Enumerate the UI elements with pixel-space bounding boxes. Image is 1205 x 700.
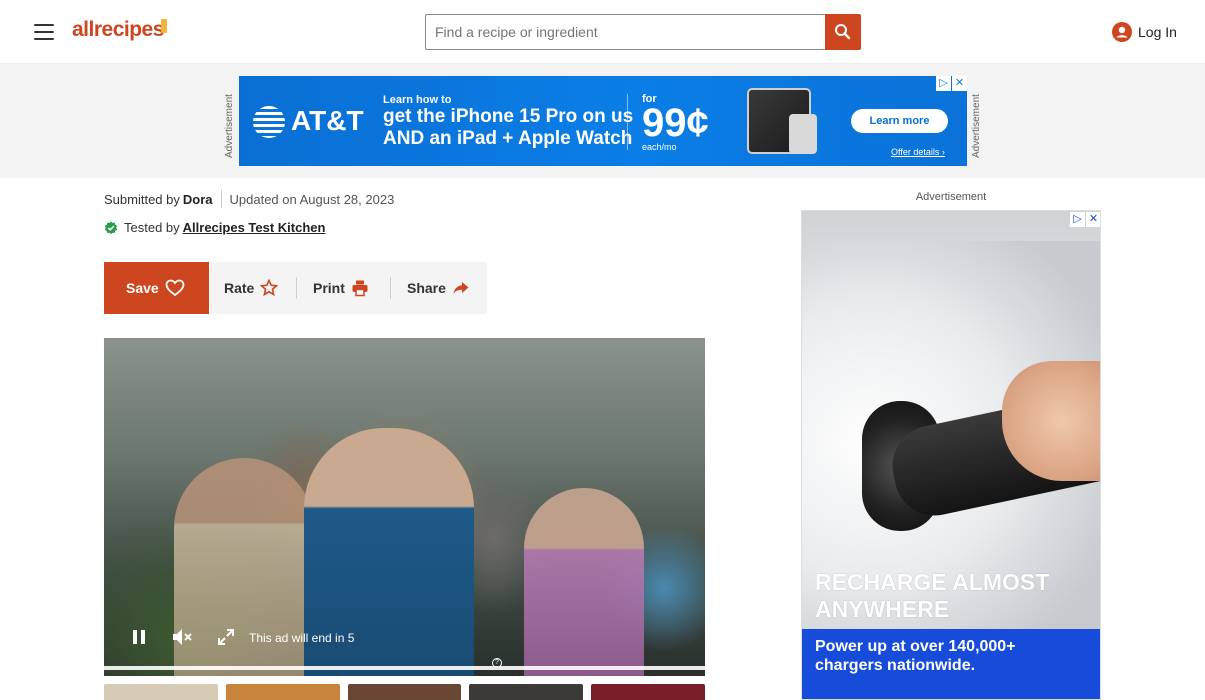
att-main-copy: get the iPhone 15 Pro on us AND an iPad … — [383, 106, 633, 150]
action-divider — [390, 277, 391, 299]
share-label: Share — [407, 280, 446, 296]
att-price: 99¢ — [642, 101, 709, 145]
recipe-action-bar: Save Rate Print Share — [104, 262, 487, 314]
att-each-label: each/mo — [642, 142, 677, 152]
submitted-prefix: Submitted by — [104, 191, 180, 207]
star-icon — [260, 279, 279, 297]
att-learn-more-button[interactable]: Learn more — [851, 109, 948, 133]
search-input[interactable] — [425, 14, 826, 50]
att-offer-details-link[interactable]: Offer details › — [891, 147, 945, 157]
tested-by: Tested by Allrecipes Test Kitchen — [104, 220, 325, 235]
site-header: allrecipes Log In — [0, 0, 1205, 64]
updated-date: Updated on August 28, 2023 — [229, 191, 395, 207]
video-person-right — [524, 488, 644, 676]
att-main-line-1: get the iPhone 15 Pro on us — [383, 106, 634, 127]
login-label: Log In — [1138, 24, 1177, 40]
att-small-line: Learn how to — [383, 94, 452, 106]
search-button[interactable] — [825, 14, 861, 50]
adchoices-icon[interactable]: ▷ — [936, 76, 951, 91]
share-button[interactable]: Share — [407, 262, 470, 314]
ev-charging-ad[interactable]: ▷ ✕ RECHARGE ALMOST ANYWHERE Power up at… — [801, 210, 1101, 700]
ad-close-icon[interactable]: ✕ — [1086, 212, 1100, 227]
heart-icon — [165, 279, 185, 297]
right-ad-label: Advertisement — [915, 191, 987, 203]
ad-close-icon[interactable]: ✕ — [952, 76, 967, 91]
video-thumbnail[interactable] — [225, 684, 340, 700]
test-kitchen-link[interactable]: Allrecipes Test Kitchen — [183, 220, 326, 235]
pause-icon[interactable] — [131, 628, 147, 646]
ad-side-label-right: Advertisement — [971, 94, 982, 158]
author-name[interactable]: Dora — [183, 192, 213, 207]
save-button[interactable]: Save — [104, 262, 209, 314]
ad-headline: RECHARGE ALMOST ANYWHERE — [815, 569, 1050, 622]
menu-icon[interactable] — [34, 24, 54, 40]
byline-divider — [220, 190, 222, 208]
ad-subtext: Power up at over 140,000+ chargers natio… — [815, 638, 1016, 674]
tested-prefix: Tested by — [124, 220, 180, 235]
fullscreen-icon[interactable] — [217, 628, 235, 646]
video-thumbnail[interactable] — [469, 684, 584, 700]
rate-label: Rate — [224, 280, 255, 296]
account-icon — [1112, 22, 1132, 42]
save-label: Save — [126, 280, 159, 296]
verified-check-icon — [104, 221, 118, 234]
phone-image — [789, 114, 817, 154]
ad-side-label-left: Advertisement — [224, 94, 235, 158]
printer-icon — [352, 280, 368, 297]
share-arrow-icon — [453, 282, 469, 294]
video-thumbnail[interactable] — [591, 684, 705, 700]
att-brand: AT&T — [291, 105, 364, 136]
video-thumbnail[interactable] — [347, 684, 462, 700]
ad-bottom-panel: Power up at over 140,000+ chargers natio… — [802, 629, 1100, 699]
byline: Submitted by Dora Updated on August 28, … — [104, 190, 394, 208]
att-divider — [627, 94, 628, 150]
video-thumbnail[interactable] — [104, 684, 218, 700]
search-icon — [835, 24, 851, 40]
att-main-line-2: AND an iPad + Apple Watch — [383, 128, 633, 149]
ad-countdown-text: This ad will end in 5 — [249, 631, 355, 645]
action-divider — [296, 277, 297, 299]
print-button[interactable]: Print — [313, 262, 369, 314]
mute-icon[interactable] — [171, 627, 193, 647]
login-button[interactable]: Log In — [1112, 21, 1177, 43]
rate-button[interactable]: Rate — [224, 262, 279, 314]
video-player[interactable]: This ad will end in 5 ? — [104, 338, 705, 676]
att-banner-ad[interactable]: AT&T Learn how to get the iPhone 15 Pro … — [239, 76, 967, 166]
print-label: Print — [313, 280, 345, 296]
related-video-thumbnails — [104, 684, 705, 700]
logo-mark-icon — [161, 19, 167, 33]
adchoices-icon[interactable]: ▷ — [1070, 212, 1085, 227]
video-progress-bar[interactable] — [104, 666, 705, 670]
att-globe-icon — [253, 106, 285, 138]
site-logo[interactable]: allrecipes — [72, 18, 164, 42]
